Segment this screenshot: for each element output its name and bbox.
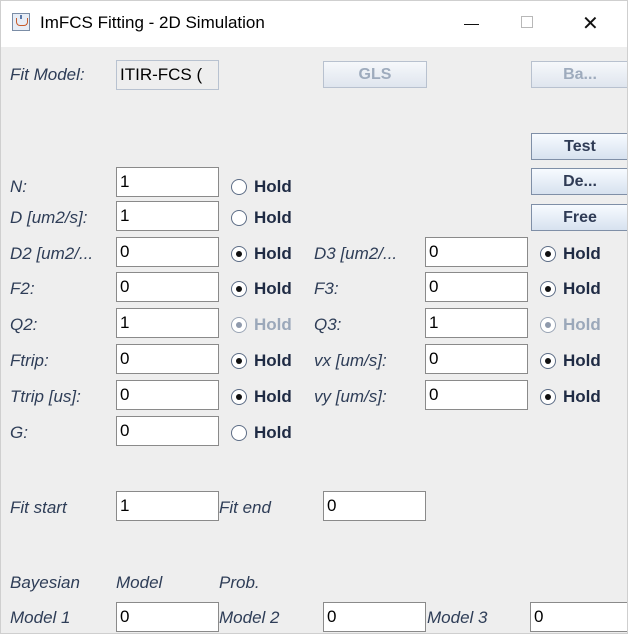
param-label-q2: Q2: xyxy=(10,315,38,334)
hold-label: Hold xyxy=(563,279,601,298)
param-label-n: N: xyxy=(10,177,27,196)
minimize-button[interactable] xyxy=(440,1,498,47)
hold-label: Hold xyxy=(254,351,292,370)
radio-checked-icon xyxy=(231,281,247,297)
title-bar[interactable]: ImFCS Fitting - 2D Simulation ✕ xyxy=(1,1,627,47)
close-icon: ✕ xyxy=(582,11,599,35)
param-input-q2[interactable]: 1 xyxy=(116,308,219,338)
maximize-button[interactable] xyxy=(498,1,556,47)
fit-model-field[interactable]: ITIR-FCS ( xyxy=(116,60,219,90)
param-label-f2: F2: xyxy=(10,279,35,298)
radio-icon xyxy=(231,210,247,226)
radio-checked-icon xyxy=(231,389,247,405)
bayesian-model-header: Model xyxy=(116,573,163,592)
hold-label: Hold xyxy=(563,351,601,370)
param-input-d3[interactable]: 0 xyxy=(425,237,528,267)
param-input-g[interactable]: 0 xyxy=(116,416,219,446)
param-label-f3: F3: xyxy=(314,279,339,298)
model3-label: Model 3 xyxy=(427,608,488,627)
model3-input[interactable]: 0 xyxy=(530,602,627,632)
radio-icon xyxy=(231,179,247,195)
param-input-vx[interactable]: 0 xyxy=(425,344,528,374)
minimize-icon xyxy=(464,24,479,25)
radio-checked-icon xyxy=(540,281,556,297)
gls-button[interactable]: GLS xyxy=(323,61,427,88)
bayesian-label: Bayesian xyxy=(10,573,80,592)
param-label-ftrip: Ftrip: xyxy=(10,351,49,370)
radio-checked-icon xyxy=(540,246,556,262)
model2-label: Model 2 xyxy=(219,608,280,627)
de-button[interactable]: De... xyxy=(531,168,627,195)
hold-label: Hold xyxy=(563,315,601,334)
imfcs-fitting-window: ImFCS Fitting - 2D Simulation ✕ Fit Mode… xyxy=(0,0,628,634)
hold-label: Hold xyxy=(254,177,292,196)
param-label-vy: vy [um/s]: xyxy=(314,387,387,406)
hold-label: Hold xyxy=(563,387,601,406)
param-input-q3[interactable]: 1 xyxy=(425,308,528,338)
radio-icon xyxy=(231,425,247,441)
param-input-f2[interactable]: 0 xyxy=(116,272,219,302)
param-input-n[interactable]: 1 xyxy=(116,167,219,197)
fit-start-label: Fit start xyxy=(10,498,67,517)
close-button[interactable]: ✕ xyxy=(561,1,619,47)
hold-label: Hold xyxy=(254,423,292,442)
hold-label: Hold xyxy=(254,315,292,334)
java-cup-icon xyxy=(12,13,30,31)
param-label-vx: vx [um/s]: xyxy=(314,351,387,370)
hold-label: Hold xyxy=(254,208,292,227)
bayesian-prob-header: Prob. xyxy=(219,573,260,592)
param-label-d3: D3 [um2/... xyxy=(314,244,398,263)
param-label-g: G: xyxy=(10,423,28,442)
free-button[interactable]: Free xyxy=(531,204,627,231)
window-title: ImFCS Fitting - 2D Simulation xyxy=(40,13,265,32)
radio-checked-disabled-icon xyxy=(540,317,556,333)
maximize-icon xyxy=(521,16,533,28)
param-input-d[interactable]: 1 xyxy=(116,201,219,231)
radio-checked-icon xyxy=(231,246,247,262)
param-input-d2[interactable]: 0 xyxy=(116,237,219,267)
bayes-button[interactable]: Ba... xyxy=(531,61,627,88)
radio-checked-disabled-icon xyxy=(231,317,247,333)
hold-label: Hold xyxy=(254,279,292,298)
hold-label: Hold xyxy=(563,244,601,263)
test-button[interactable]: Test xyxy=(531,133,627,160)
param-input-ftrip[interactable]: 0 xyxy=(116,344,219,374)
hold-label: Hold xyxy=(254,387,292,406)
fit-end-input[interactable]: 0 xyxy=(323,491,426,521)
radio-checked-icon xyxy=(231,353,247,369)
fit-start-input[interactable]: 1 xyxy=(116,491,219,521)
param-input-vy[interactable]: 0 xyxy=(425,380,528,410)
radio-checked-icon xyxy=(540,389,556,405)
fit-model-label: Fit Model: xyxy=(10,65,85,84)
fit-end-label: Fit end xyxy=(219,498,271,517)
model1-label: Model 1 xyxy=(10,608,71,627)
model1-input[interactable]: 0 xyxy=(116,602,219,632)
param-input-ttrip[interactable]: 0 xyxy=(116,380,219,410)
param-label-ttrip: Ttrip [us]: xyxy=(10,387,81,406)
hold-label: Hold xyxy=(254,244,292,263)
radio-checked-icon xyxy=(540,353,556,369)
param-label-d: D [um2/s]: xyxy=(10,208,88,227)
param-label-d2: D2 [um2/... xyxy=(10,244,94,263)
model2-input[interactable]: 0 xyxy=(323,602,426,632)
param-label-q3: Q3: xyxy=(314,315,342,334)
param-input-f3[interactable]: 0 xyxy=(425,272,528,302)
